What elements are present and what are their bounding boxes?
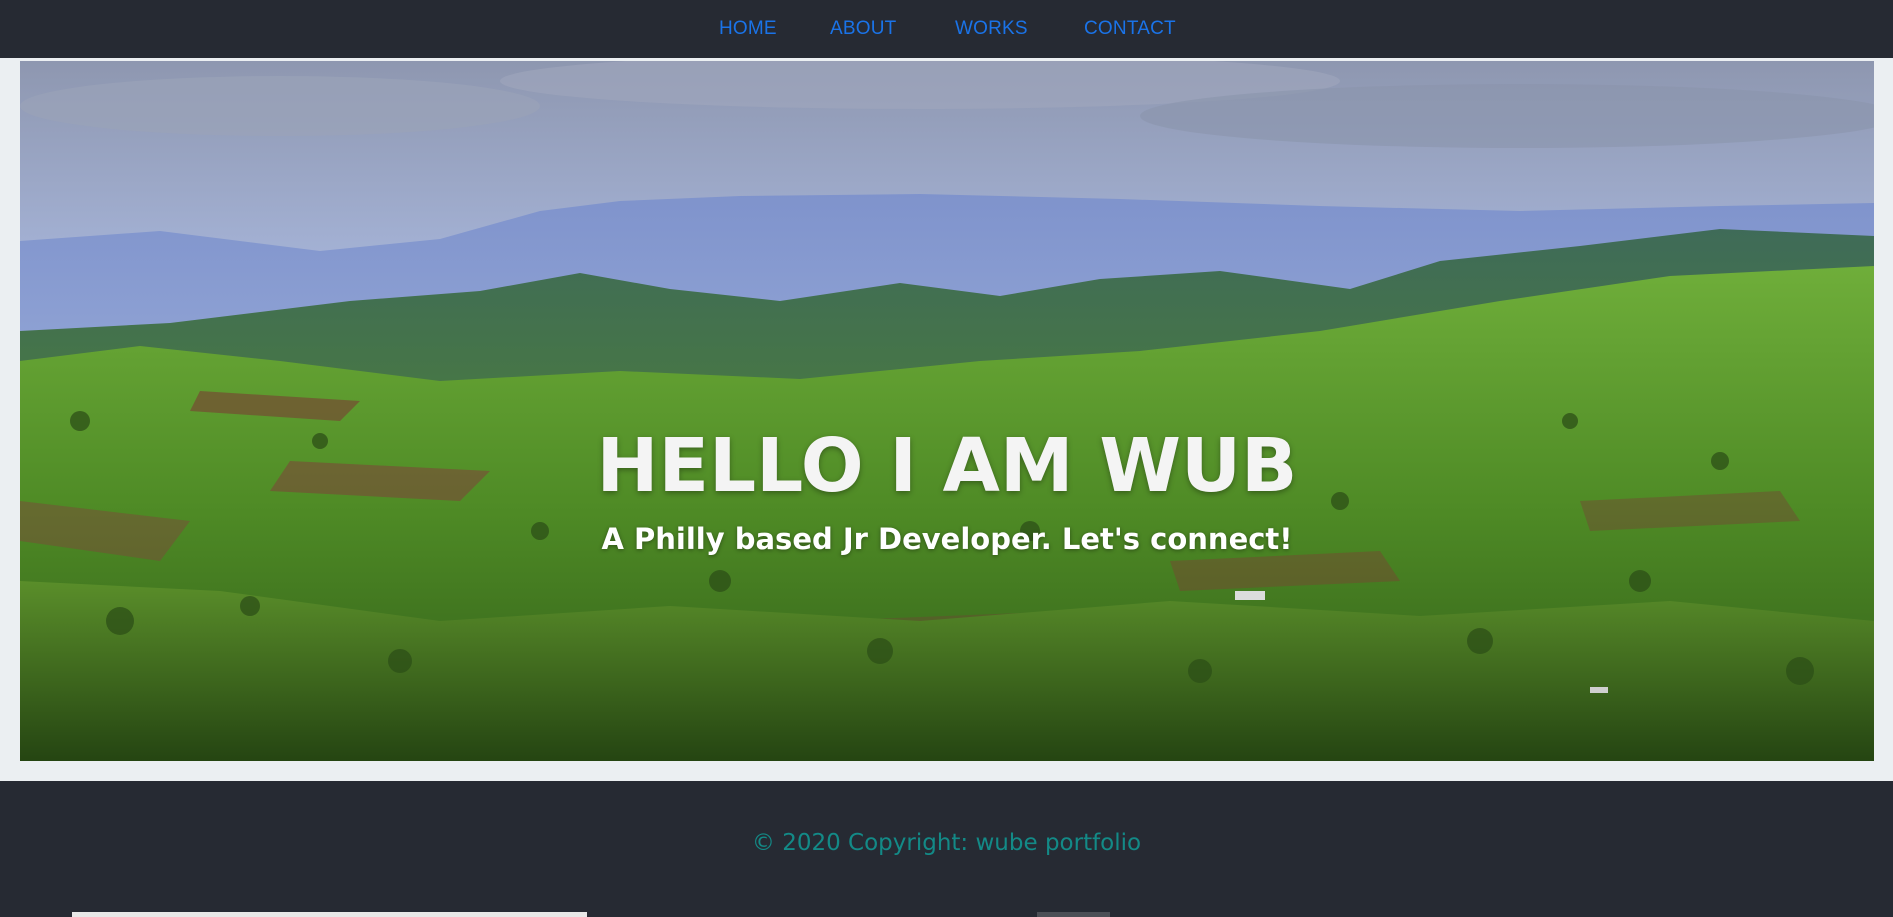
top-navbar: HOME ABOUT WORKS CONTACT	[0, 0, 1893, 58]
nav-link-home[interactable]: HOME	[719, 18, 777, 40]
hero-title: HELLO I AM WUB	[596, 423, 1298, 509]
hero-section: HELLO I AM WUB A Philly based Jr Develop…	[20, 61, 1874, 761]
nav-link-works[interactable]: WORKS	[955, 18, 1028, 40]
main-content: HELLO I AM WUB A Philly based Jr Develop…	[0, 58, 1893, 781]
nav-link-contact[interactable]: CONTACT	[1084, 18, 1176, 40]
nav-link-about[interactable]: ABOUT	[830, 18, 896, 40]
footer-gray-bar	[1037, 912, 1110, 917]
footer: © 2020 Copyright: wube portfolio	[0, 781, 1893, 917]
hero-landscape-image	[20, 61, 1874, 761]
footer-copyright: © 2020 Copyright: wube portfolio	[751, 830, 1142, 856]
footer-light-bar	[72, 912, 587, 917]
hero-subtitle: A Philly based Jr Developer. Let's conne…	[601, 522, 1293, 556]
